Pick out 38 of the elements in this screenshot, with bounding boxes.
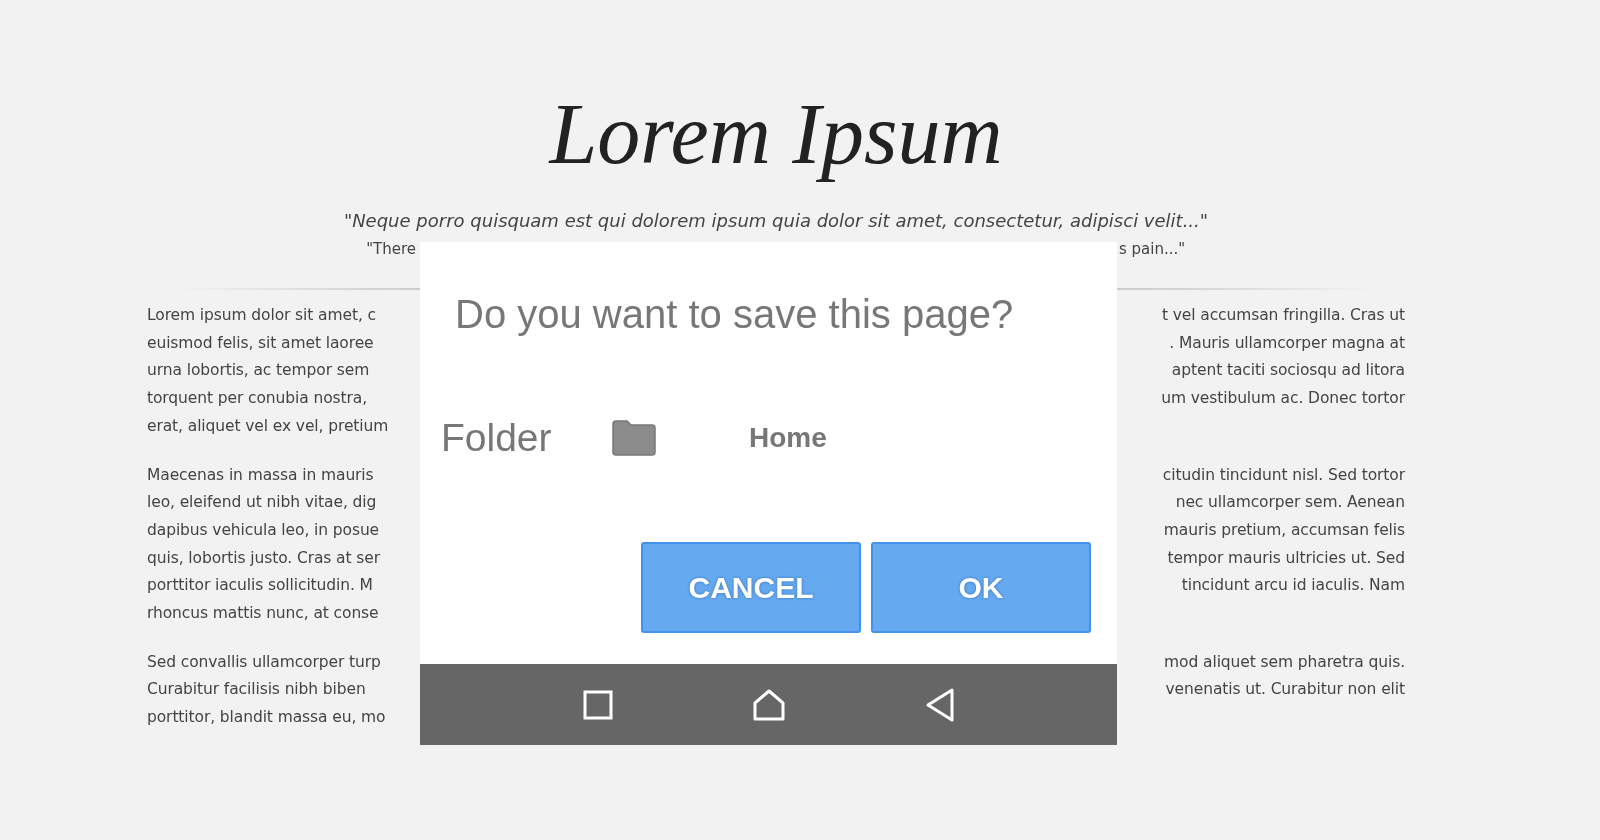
quote-text: "Neque porro quisquam est qui dolorem ipsum quia dolor sit amet, consectetur, adipisci velit..." — [342, 209, 1210, 233]
folder-label: Folder — [441, 416, 553, 460]
home-icon[interactable] — [752, 688, 785, 721]
body-text: t vel accumsan fringilla. Cras ut — [1160, 305, 1405, 326]
body-text: erat, aliquet vel ex vel, pretium — [147, 415, 390, 437]
dialog-button[interactable]: OK — [871, 542, 1091, 633]
body-text: mod aliquet sem pharetra quis. — [1163, 651, 1405, 673]
body-text: tincidunt arcu id iaculis. Nam — [1180, 575, 1405, 597]
body-text: Lorem ipsum dolor sit amet, c — [147, 305, 377, 326]
subquote-text: "There — [366, 239, 416, 260]
dialog-title: Do you want to save this page? — [455, 291, 1015, 338]
body-text: urna lobortis, ac tempor sem — [147, 360, 371, 382]
subquote-text: s pain..." — [1119, 239, 1186, 260]
body-text: Maecenas in massa in mauris — [147, 464, 375, 486]
body-text: tempor mauris ultricies ut. Sed — [1166, 547, 1405, 569]
body-text: leo, eleifend ut nibh vitae, dig — [147, 492, 378, 514]
dialog-button[interactable]: CANCEL — [641, 542, 861, 633]
body-text: nec ullamcorper sem. Aenean — [1174, 492, 1405, 514]
body-text: Curabitur facilisis nibh biben — [147, 679, 367, 701]
back-icon[interactable] — [924, 687, 955, 722]
body-text: aptent taciti sociosqu ad litora — [1170, 360, 1405, 382]
body-text: porttitor, blandit massa eu, mo — [147, 707, 387, 729]
folder-icon — [611, 420, 657, 456]
body-text: rhoncus mattis nunc, at conse — [147, 603, 380, 625]
body-text: torquent per conubia nostra, — [147, 388, 369, 410]
body-text: venenatis ut. Curabitur non elit — [1164, 679, 1405, 701]
recents-icon[interactable] — [582, 689, 613, 720]
body-text: . Mauris ullamcorper magna at — [1168, 332, 1405, 354]
body-text: um vestibulum ac. Donec tortor — [1160, 388, 1405, 410]
body-text: Sed convallis ullamcorper turp — [147, 651, 382, 673]
article-title: Lorem Ipsum — [547, 86, 1004, 182]
body-text: porttitor iaculis sollicitudin. M — [147, 575, 374, 597]
body-text: euismod felis, sit amet laoree — [147, 332, 375, 354]
body-text: citudin tincidunt nisl. Sed tortor — [1161, 464, 1405, 486]
body-text: dapibus vehicula leo, in posue — [147, 519, 381, 541]
body-text: mauris pretium, accumsan felis — [1162, 519, 1405, 541]
body-text: quis, lobortis justo. Cras at ser — [147, 547, 381, 569]
folder-value[interactable]: Home — [749, 422, 827, 454]
